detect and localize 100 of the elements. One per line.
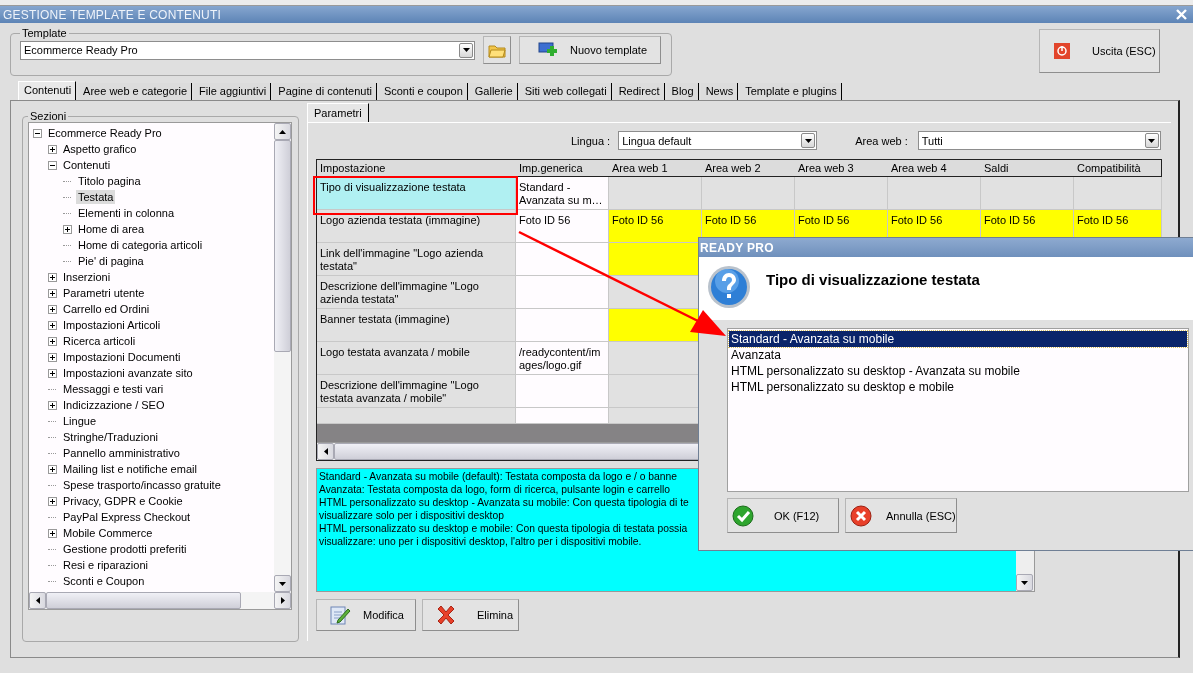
column-header[interactable]: Compatibilità — [1074, 160, 1162, 176]
expand-icon[interactable] — [48, 496, 57, 506]
table-cell[interactable] — [516, 408, 609, 424]
tree-item[interactable]: Stringhe/Traduzioni — [61, 430, 160, 444]
x-icon — [435, 604, 457, 626]
ok-button[interactable]: OK (F12) — [727, 498, 839, 533]
folder-icon — [488, 42, 506, 58]
cancel-button[interactable]: Annulla (ESC) — [845, 498, 957, 533]
collapse-icon[interactable] — [48, 160, 57, 170]
close-icon[interactable] — [1176, 9, 1187, 20]
expand-icon[interactable] — [48, 144, 57, 154]
template-dropdown[interactable]: Ecommerce Ready Pro — [20, 40, 475, 60]
table-cell[interactable] — [516, 276, 609, 309]
column-header[interactable]: Area web 1 — [609, 160, 702, 176]
tree-item[interactable]: Indicizzazione / SEO — [61, 398, 167, 412]
scrollbar[interactable] — [274, 123, 291, 592]
tree-item[interactable]: Carrello ed Ordini — [61, 302, 152, 316]
expand-icon[interactable] — [48, 464, 57, 474]
tree-item[interactable]: Home di categoria articoli — [76, 238, 205, 252]
tree-item[interactable]: Messaggi e testi vari — [61, 382, 166, 396]
open-folder-button[interactable] — [483, 36, 511, 64]
table-cell[interactable]: Tipo di visualizzazione testata — [317, 177, 516, 210]
table-cell[interactable]: Logo azienda testata (immagine) — [317, 210, 516, 243]
table-cell[interactable]: Standard - Avanzata su m… — [516, 177, 609, 210]
dialog-title: READY PRO — [700, 240, 774, 255]
expand-icon[interactable] — [48, 304, 57, 314]
tree-item[interactable]: Impostazioni Articoli — [61, 318, 163, 332]
tree-item[interactable]: Mobile Commerce — [61, 526, 155, 540]
table-cell[interactable]: Foto ID 56 — [609, 210, 702, 243]
table-cell[interactable] — [795, 177, 888, 210]
expand-icon[interactable] — [48, 336, 57, 346]
table-cell[interactable] — [609, 177, 702, 210]
table-cell[interactable] — [981, 177, 1074, 210]
list-option[interactable]: HTML personalizzato su desktop - Avanzata su mobile — [729, 363, 1187, 379]
tree-item[interactable]: Contenuti — [61, 158, 113, 172]
column-header[interactable]: Area web 4 — [888, 160, 981, 176]
tree-item[interactable]: Privacy, GDPR e Cookie — [61, 494, 185, 508]
expand-icon[interactable] — [48, 400, 57, 410]
scrollbar[interactable] — [29, 592, 291, 609]
tree-item[interactable]: Testata — [76, 190, 116, 204]
tab[interactable]: Contenuti — [18, 81, 77, 100]
list-option[interactable]: Avanzata — [729, 347, 1187, 363]
exit-button[interactable]: Uscita (ESC) — [1039, 29, 1160, 73]
delete-button[interactable]: Elimina — [422, 599, 519, 631]
tree-item[interactable]: Mailing list e notifiche email — [61, 462, 199, 476]
tree-item[interactable]: Pie' di pagina — [76, 254, 146, 268]
list-option[interactable]: HTML personalizzato su desktop e mobile — [729, 379, 1187, 395]
tree-item[interactable]: Home di area — [76, 222, 147, 236]
area-dropdown[interactable]: Tutti — [917, 131, 1161, 150]
table-cell[interactable]: Link dell'immagine "Logo azienda testata" — [317, 243, 516, 276]
left-arrow-icon — [323, 448, 328, 455]
tree-item[interactable]: Ecommerce Ready Pro — [46, 126, 164, 140]
check-icon — [732, 504, 754, 527]
table-cell[interactable]: Foto ID 56 — [516, 210, 609, 243]
table-cell[interactable]: Logo testata avanzata / mobile — [317, 342, 516, 375]
tree-item[interactable]: Elementi in colonna — [76, 206, 176, 220]
table-cell[interactable] — [888, 177, 981, 210]
table-cell[interactable] — [1074, 177, 1162, 210]
table-cell[interactable] — [317, 408, 516, 424]
tree-item[interactable]: Inserzioni — [61, 270, 113, 284]
language-dropdown[interactable]: Lingua default — [618, 131, 818, 150]
tree-item[interactable]: Impostazioni avanzate sito — [61, 366, 195, 380]
expand-icon[interactable] — [63, 224, 72, 234]
new-template-button[interactable]: Nuovo template — [519, 36, 661, 64]
column-header[interactable]: Imp.generica — [516, 160, 609, 176]
expand-icon[interactable] — [48, 320, 57, 330]
table-cell[interactable] — [516, 309, 609, 342]
tree-item[interactable]: Parametri utente — [61, 286, 147, 300]
column-header[interactable]: Area web 3 — [795, 160, 888, 176]
expand-icon[interactable] — [48, 352, 57, 362]
tree-item[interactable]: Lingue — [61, 414, 99, 428]
table-cell[interactable] — [702, 177, 795, 210]
column-header[interactable]: Impostazione — [317, 160, 516, 176]
edit-button[interactable]: Modifica — [316, 599, 416, 631]
tree-item[interactable]: Titolo pagina — [76, 174, 143, 188]
column-header[interactable]: Saldi — [981, 160, 1074, 176]
table-cell[interactable]: Descrizione dell'immagine "Logo azienda testata" — [317, 276, 516, 309]
table-cell[interactable]: Banner testata (immagine) — [317, 309, 516, 342]
tree-item[interactable]: Ricerca articoli — [61, 334, 138, 348]
window-title: GESTIONE TEMPLATE E CONTENUTI — [3, 7, 222, 22]
tree-item[interactable]: Spese trasporto/incasso gratuite — [61, 478, 223, 492]
tree-item[interactable]: Gestione prodotti preferiti — [61, 542, 189, 556]
tree-item[interactable]: Impostazioni Documenti — [61, 350, 183, 364]
expand-icon[interactable] — [48, 528, 57, 538]
tree-item[interactable]: Aspetto grafico — [61, 142, 139, 156]
tree-item[interactable]: Sconti e Coupon — [61, 574, 147, 588]
list-option[interactable]: Standard - Avanzata su mobile — [729, 331, 1187, 347]
table-cell[interactable] — [516, 243, 609, 276]
table-cell[interactable] — [516, 375, 609, 408]
column-header[interactable]: Area web 2 — [702, 160, 795, 176]
tab[interactable]: Parametri — [307, 103, 369, 122]
expand-icon[interactable] — [48, 368, 57, 378]
expand-icon[interactable] — [48, 288, 57, 298]
tree-item[interactable]: Pannello amministrativo — [61, 446, 182, 460]
tree-item[interactable]: PayPal Express Checkout — [61, 510, 193, 524]
expand-icon[interactable] — [48, 272, 57, 282]
table-cell[interactable]: Descrizione dell'immagine "Logo testata avanzata / mobile" — [317, 375, 516, 408]
collapse-icon[interactable] — [33, 128, 42, 138]
table-cell[interactable]: /readycontent/images/logo.gif — [516, 342, 609, 375]
tree-item[interactable]: Resi e riparazioni — [61, 558, 150, 572]
